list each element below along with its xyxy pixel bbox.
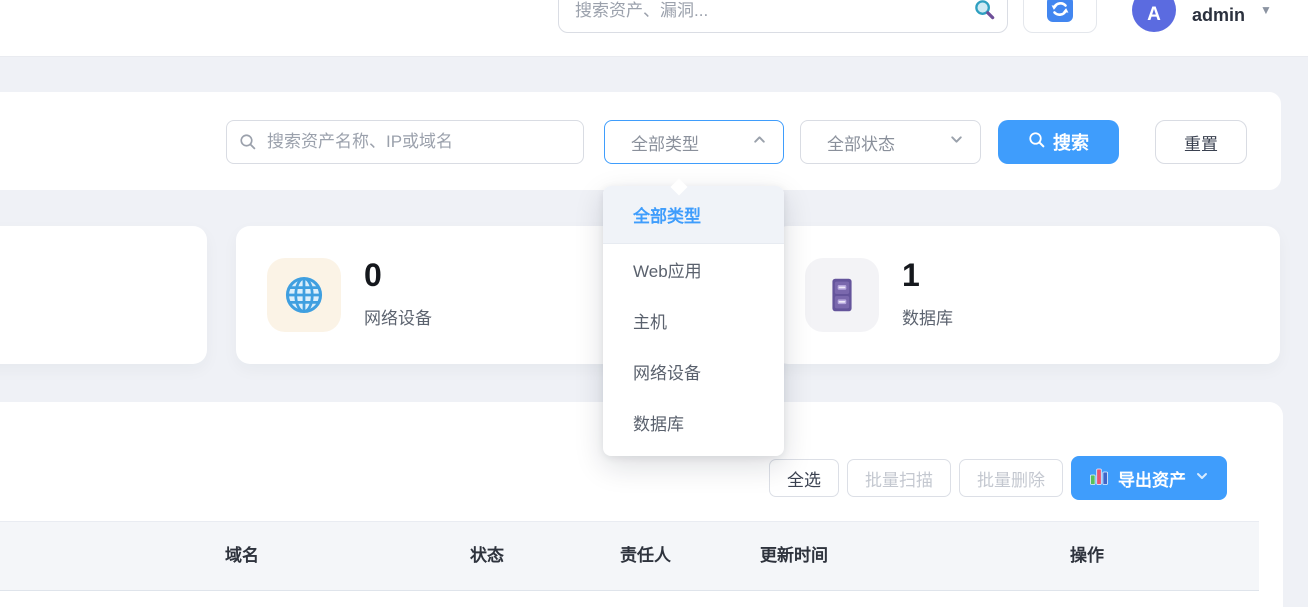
search-button-label: 搜索 <box>1053 129 1089 155</box>
search-icon[interactable] <box>973 0 996 26</box>
table-header-row: 域名 状态 责任人 更新时间 操作 <box>0 521 1259 591</box>
filter-bar: 全部类型 全部状态 搜索 重置 <box>0 92 1281 190</box>
search-button[interactable]: 搜索 <box>998 120 1119 164</box>
dropdown-item-web-app[interactable]: Web应用 <box>603 244 784 295</box>
stat-label: 网络设备 <box>364 304 432 329</box>
export-assets-button[interactable]: 导出资产 <box>1071 456 1227 500</box>
type-select-value: 全部类型 <box>631 130 752 155</box>
column-header-actions: 操作 <box>1070 522 1104 590</box>
global-search <box>558 0 1008 33</box>
column-header-domain: 域名 <box>225 522 259 590</box>
type-select[interactable]: 全部类型 <box>604 120 784 164</box>
chevron-down-icon <box>949 132 964 152</box>
asset-search-input[interactable] <box>226 120 584 164</box>
search-icon <box>1028 131 1046 154</box>
global-search-input[interactable] <box>558 0 1008 33</box>
status-select-value: 全部状态 <box>827 130 949 155</box>
user-avatar[interactable]: A <box>1132 0 1176 32</box>
column-header-updated-time: 更新时间 <box>760 522 828 590</box>
batch-scan-button[interactable]: 批量扫描 <box>847 459 951 497</box>
refresh-icon <box>1047 0 1073 27</box>
column-header-owner: 责任人 <box>620 522 671 590</box>
chevron-up-icon <box>752 132 767 152</box>
top-bar: A admin ▼ <box>0 0 1308 57</box>
batch-delete-button[interactable]: 批量删除 <box>959 459 1063 497</box>
select-all-button[interactable]: 全选 <box>769 459 839 497</box>
stat-card-databases: 1 数据库 <box>774 226 1280 364</box>
export-assets-label: 导出资产 <box>1118 466 1186 491</box>
reset-button[interactable]: 重置 <box>1155 120 1247 164</box>
dropdown-item-all-types[interactable]: 全部类型 <box>603 186 784 244</box>
bar-chart-icon <box>1089 466 1109 491</box>
asset-search <box>226 120 584 164</box>
cabinet-icon <box>805 258 879 332</box>
stat-card-hidden <box>0 226 207 364</box>
stat-value: 0 <box>364 258 382 292</box>
user-menu-caret-icon[interactable]: ▼ <box>1260 3 1272 17</box>
user-name[interactable]: admin <box>1192 0 1245 30</box>
globe-icon <box>267 258 341 332</box>
dropdown-item-host[interactable]: 主机 <box>603 295 784 346</box>
dropdown-item-network-device[interactable]: 网络设备 <box>603 346 784 397</box>
status-select[interactable]: 全部状态 <box>800 120 981 164</box>
type-dropdown-menu: 全部类型 Web应用 主机 网络设备 数据库 <box>603 186 784 456</box>
stat-value: 1 <box>902 258 920 292</box>
table-toolbar: 全选 批量扫描 批量删除 导出资产 <box>769 456 1227 500</box>
refresh-button[interactable] <box>1023 0 1097 33</box>
dropdown-item-database[interactable]: 数据库 <box>603 397 784 448</box>
column-header-status: 状态 <box>470 522 504 590</box>
stat-label: 数据库 <box>902 304 953 329</box>
chevron-down-icon <box>1195 468 1209 488</box>
search-icon <box>239 133 257 156</box>
